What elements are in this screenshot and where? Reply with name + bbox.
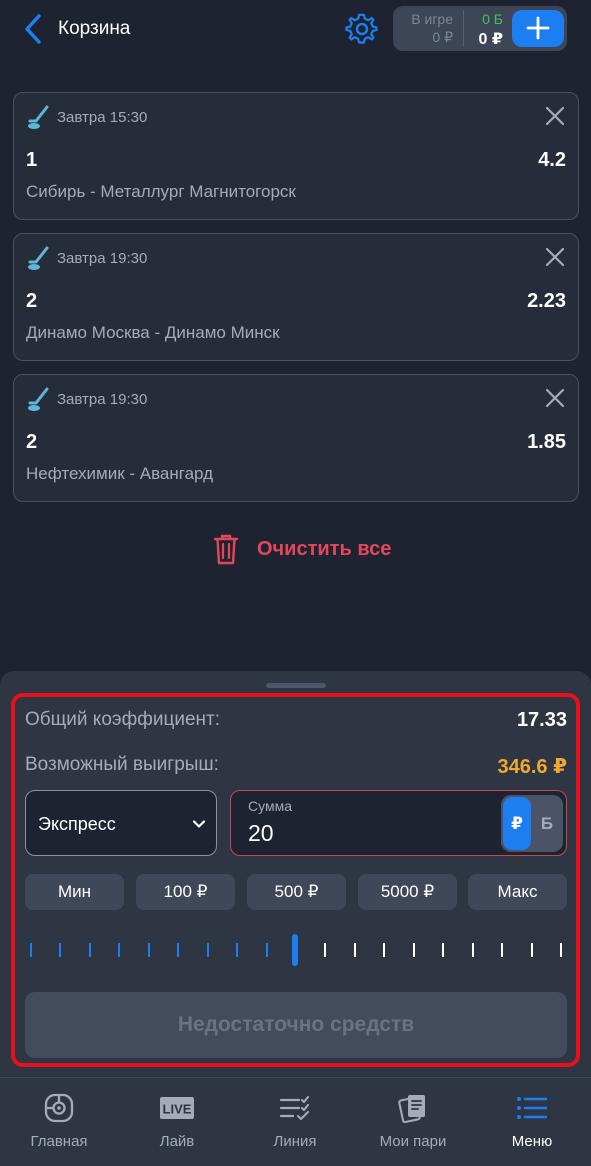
- in-game-balance: В игре 0 ₽: [393, 6, 463, 51]
- close-icon[interactable]: [544, 387, 566, 409]
- slider-tick: [59, 943, 61, 957]
- slider-tick: [148, 943, 150, 957]
- chevron-down-icon: [192, 820, 206, 828]
- slider-tick: [177, 943, 179, 957]
- slider-tick: [30, 943, 32, 957]
- trash-icon: [213, 534, 239, 565]
- currency-rub-option[interactable]: ₽: [503, 797, 531, 850]
- slider-tick: [207, 943, 209, 957]
- balance-divider: [463, 10, 464, 47]
- page-title: Корзина: [58, 18, 131, 39]
- plus-icon: [526, 16, 550, 40]
- nav-item-line[interactable]: Линия: [236, 1078, 354, 1166]
- account-balance: 0 Б 0 ₽: [465, 6, 503, 51]
- back-arrow-icon[interactable]: [22, 12, 46, 46]
- possible-win-label: Возможный выигрыш:: [25, 754, 219, 775]
- amount-label: Сумма: [248, 798, 292, 814]
- slider-tick: [501, 943, 503, 957]
- bet-card[interactable]: Завтра 19:30 2 1.85 Нефтехимик - Авангар…: [13, 374, 579, 502]
- quick-amount-100-button[interactable]: 100 ₽: [136, 874, 235, 910]
- total-odds-value: 17.33: [516, 709, 567, 731]
- nav-label: Главная: [30, 1133, 88, 1150]
- total-odds-label: Общий коэффициент:: [25, 709, 221, 730]
- hockey-icon: [28, 105, 49, 129]
- header: Корзина В игре 0 ₽ 0 Б 0 ₽: [0, 0, 591, 62]
- balance-widget[interactable]: В игре 0 ₽ 0 Б 0 ₽: [393, 6, 567, 51]
- bottom-nav: Главная LIVE Лайв Линия Мои пари Меню: [0, 1077, 591, 1166]
- close-icon[interactable]: [544, 246, 566, 268]
- bonus-balance: 0 Б: [482, 11, 503, 27]
- bet-card[interactable]: Завтра 19:30 2 2.23 Динамо Москва - Дина…: [13, 233, 579, 361]
- possible-win-value: 346.6 ₽: [497, 756, 567, 778]
- match-teams: Динамо Москва - Динамо Минск: [26, 323, 280, 342]
- currency-bonus-option[interactable]: Б: [533, 797, 561, 850]
- quick-amount-min-button[interactable]: Мин: [25, 874, 124, 910]
- place-bet-button[interactable]: Недостаточно средств: [25, 992, 567, 1058]
- close-icon[interactable]: [544, 105, 566, 127]
- bet-odds: 2.23: [527, 290, 566, 312]
- slider-tick: [236, 943, 238, 957]
- in-game-value: 0 ₽: [432, 29, 453, 45]
- amount-field[interactable]: Сумма ₽ Б: [230, 790, 567, 856]
- home-icon: [44, 1093, 74, 1123]
- bet-slip-screen: Корзина В игре 0 ₽ 0 Б 0 ₽ Завтра 15:30 …: [0, 0, 591, 1166]
- match-teams: Нефтехимик - Авангард: [26, 464, 214, 483]
- currency-toggle[interactable]: ₽ Б: [501, 795, 563, 852]
- slider-tick: [324, 943, 326, 957]
- menu-icon: [517, 1097, 548, 1119]
- coupon-sheet: Общий коэффициент: 17.33 Возможный выигр…: [0, 671, 591, 1077]
- clear-all-label: Очистить все: [257, 538, 392, 560]
- line-list-icon: [279, 1095, 310, 1121]
- slider-tick: [472, 943, 474, 957]
- slider-tick: [354, 943, 356, 957]
- bet-outcome: 2: [26, 431, 38, 453]
- slider-tick: [383, 943, 385, 957]
- hockey-icon: [28, 387, 49, 411]
- live-icon: LIVE: [160, 1097, 194, 1119]
- nav-item-home[interactable]: Главная: [0, 1078, 118, 1166]
- bet-type-value: Экспресс: [38, 814, 116, 834]
- nav-item-menu[interactable]: Меню: [473, 1078, 591, 1166]
- amount-slider[interactable]: [30, 933, 562, 967]
- gear-icon[interactable]: [345, 12, 379, 46]
- slider-tick: [413, 943, 415, 957]
- slider-tick: [560, 943, 562, 957]
- nav-label: Лайв: [159, 1133, 195, 1150]
- slider-thumb[interactable]: [292, 934, 298, 966]
- bet-outcome: 1: [26, 149, 38, 171]
- match-teams: Сибирь - Металлург Магнитогорск: [26, 182, 296, 201]
- nav-label: Меню: [511, 1133, 553, 1150]
- slider-tick: [531, 943, 533, 957]
- bet-card[interactable]: Завтра 15:30 1 4.2 Сибирь - Металлург Ма…: [13, 92, 579, 220]
- slider-tick: [266, 943, 268, 957]
- bet-odds: 1.85: [527, 431, 566, 453]
- sheet-drag-handle[interactable]: [266, 683, 326, 688]
- bet-outcome: 2: [26, 290, 38, 312]
- nav-label: Мои пари: [379, 1133, 447, 1150]
- slider-tick: [89, 943, 91, 957]
- money-balance: 0 ₽: [478, 31, 503, 48]
- match-time: Завтра 19:30: [57, 250, 148, 267]
- nav-item-my-bets[interactable]: Мои пари: [354, 1078, 472, 1166]
- my-bets-icon: [398, 1095, 425, 1124]
- match-time: Завтра 15:30: [57, 109, 148, 126]
- nav-label: Линия: [273, 1133, 317, 1150]
- nav-item-live[interactable]: LIVE Лайв: [118, 1078, 236, 1166]
- quick-amount-max-button[interactable]: Макс: [468, 874, 567, 910]
- svg-text:LIVE: LIVE: [163, 1102, 192, 1117]
- in-game-label: В игре: [411, 11, 453, 27]
- bet-odds: 4.2: [538, 149, 566, 171]
- quick-amount-5000-button[interactable]: 5000 ₽: [358, 874, 457, 910]
- slider-tick: [442, 943, 444, 957]
- match-time: Завтра 19:30: [57, 391, 148, 408]
- quick-amount-500-button[interactable]: 500 ₽: [247, 874, 346, 910]
- bet-type-select[interactable]: Экспресс: [25, 790, 217, 856]
- slider-tick: [118, 943, 120, 957]
- hockey-icon: [28, 246, 49, 270]
- amount-input[interactable]: [248, 818, 488, 848]
- deposit-button[interactable]: [512, 10, 564, 47]
